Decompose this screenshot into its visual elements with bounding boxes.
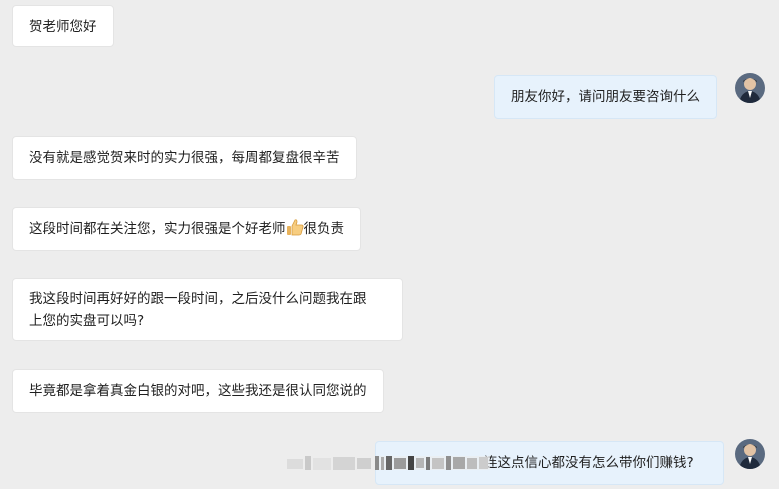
message-bubble-incoming: 毕竟都是拿着真金白银的对吧，这些我还是很认同您说的 [12,369,384,413]
message-text: 毕竟都是拿着真金白银的对吧，这些我还是很认同您说的 [29,383,367,399]
message-text-part: 很负责 [303,221,345,237]
redacted-text-overlay [285,452,490,474]
avatar-image [735,439,765,469]
message-bubble-outgoing: 朋友你好，请问朋友要咨询什么 [494,75,717,119]
avatar[interactable] [735,73,765,103]
message-bubble-incoming: 没有就是感觉贺来时的实力很强，每周都复盘很辛苦 [12,136,357,180]
scrollbar[interactable] [775,0,779,489]
chat-area: 贺老师您好 朋友你好，请问朋友要咨询什么 没有就是感觉贺来时的实力很强，每周都复… [0,0,779,489]
message-text: 朋友你好，请问朋友要咨询什么 [511,89,700,105]
message-bubble-incoming: 贺老师您好 [12,5,114,47]
message-text-line: 我这段时间再好好的跟一段时间，之后没什么问题我在跟 [29,291,367,307]
avatar[interactable] [735,439,765,469]
message-text: 没有就是感觉贺来时的实力很强，每周都复盘很辛苦 [29,150,340,166]
message-text: 贺老师您好 [29,19,97,35]
message-text-line: 上您的实盘可以吗? [29,313,145,329]
message-bubble-incoming: 这段时间都在关注您，实力很强是个好老师 很负责 [12,207,361,251]
thumbs-up-icon [286,219,304,243]
message-text: 连这点信心都没有怎么带你们赚钱? [484,455,694,471]
message-bubble-incoming: 我这段时间再好好的跟一段时间，之后没什么问题我在跟 上您的实盘可以吗? [12,278,403,341]
message-text-part: 这段时间都在关注您，实力很强是个好老师 [29,221,286,237]
avatar-image [735,73,765,103]
